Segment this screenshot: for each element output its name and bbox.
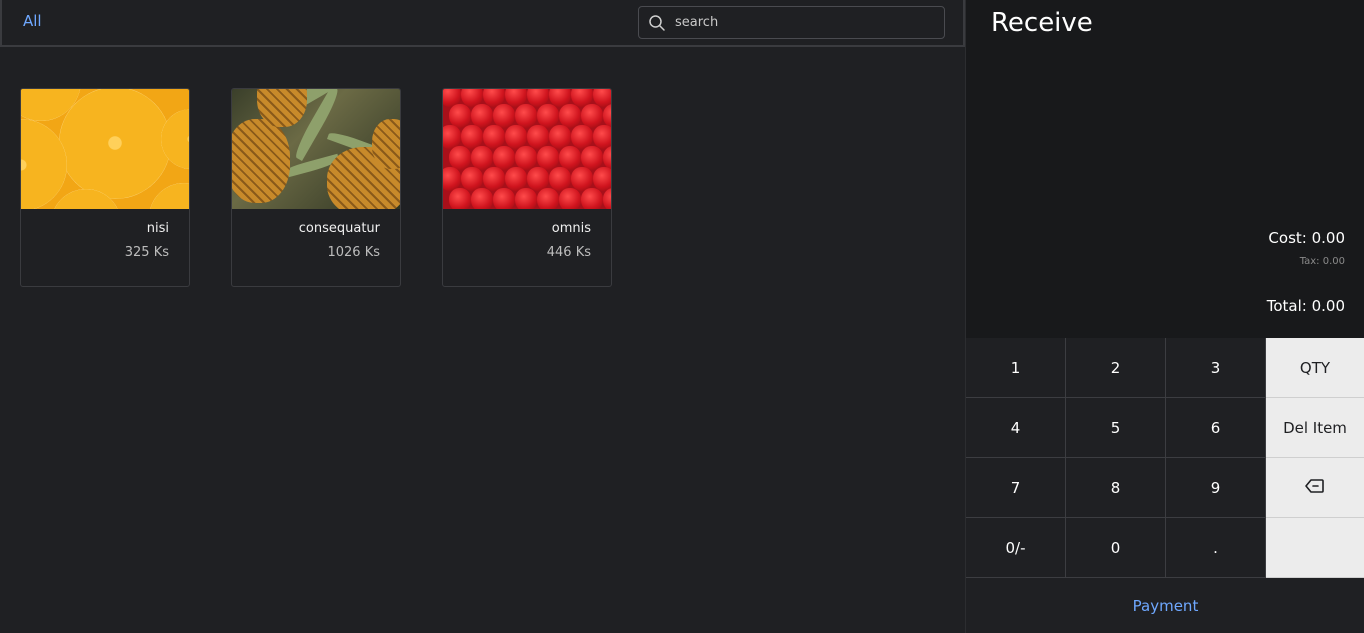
product-image-strawberry <box>443 89 611 209</box>
pos-app: All search nisi 325 Ks consequatur 1026 … <box>0 0 1364 633</box>
search-box[interactable] <box>638 6 945 39</box>
strawberry-shape <box>449 188 471 209</box>
key-7[interactable]: 7 <box>966 458 1066 518</box>
backspace-button[interactable] <box>1266 458 1364 518</box>
search-input[interactable] <box>675 8 944 37</box>
key-5[interactable]: 5 <box>1066 398 1166 458</box>
key-3[interactable]: 3 <box>1166 338 1266 398</box>
product-name: consequatur <box>298 221 380 236</box>
strawberry-shape <box>593 167 611 191</box>
strawberry-shape <box>593 125 611 149</box>
product-grid: nisi 325 Ks consequatur 1026 Ks omnis 44… <box>20 88 612 287</box>
receipt-pane: Receive Cost: 0.00 Tax: 0.00 Total: 0.00… <box>965 0 1364 633</box>
key-0[interactable]: 0 <box>1066 518 1166 578</box>
product-image-orange <box>21 89 189 209</box>
product-card[interactable]: consequatur 1026 Ks <box>231 88 401 287</box>
key-2[interactable]: 2 <box>1066 338 1166 398</box>
top-bar: All <box>0 0 965 47</box>
sign-toggle-key[interactable]: 0/- <box>966 518 1066 578</box>
product-name: omnis <box>551 221 591 236</box>
page-title: Receive <box>991 8 1093 38</box>
product-card[interactable]: nisi 325 Ks <box>20 88 190 287</box>
product-pane: All search nisi 325 Ks consequatur 1026 … <box>0 0 965 633</box>
blank-key[interactable] <box>1266 518 1364 578</box>
key-1[interactable]: 1 <box>966 338 1066 398</box>
strawberry-shape <box>559 188 581 209</box>
product-price: 1026 Ks <box>327 245 380 260</box>
backspace-icon <box>1304 477 1326 499</box>
search-icon <box>639 7 675 38</box>
product-price: 446 Ks <box>546 245 591 260</box>
key-6[interactable]: 6 <box>1166 398 1266 458</box>
product-card[interactable]: omnis 446 Ks <box>442 88 612 287</box>
total-value: Total: 0.00 <box>1266 297 1345 315</box>
strawberry-shape <box>471 188 493 209</box>
qty-button[interactable]: QTY <box>1266 338 1364 398</box>
strawberry-shape <box>493 188 515 209</box>
strawberry-shape <box>603 188 611 209</box>
strawberry-shape <box>515 188 537 209</box>
strawberry-shape <box>537 188 559 209</box>
payment-button[interactable]: Payment <box>966 578 1364 633</box>
product-name: nisi <box>146 221 169 236</box>
del-item-button[interactable]: Del Item <box>1266 398 1364 458</box>
decimal-key[interactable]: . <box>1166 518 1266 578</box>
product-price: 325 Ks <box>124 245 169 260</box>
keypad: 1 2 3 QTY 4 5 6 Del Item 7 8 9 0/- 0 . <box>966 338 1364 578</box>
key-9[interactable]: 9 <box>1166 458 1266 518</box>
key-8[interactable]: 8 <box>1066 458 1166 518</box>
cost-value: Cost: 0.00 <box>1268 229 1345 247</box>
tax-value: Tax: 0.00 <box>1299 256 1345 267</box>
key-4[interactable]: 4 <box>966 398 1066 458</box>
product-image-pineapple <box>232 89 400 209</box>
category-all-tab[interactable]: All <box>23 12 42 30</box>
strawberry-shape <box>581 188 603 209</box>
